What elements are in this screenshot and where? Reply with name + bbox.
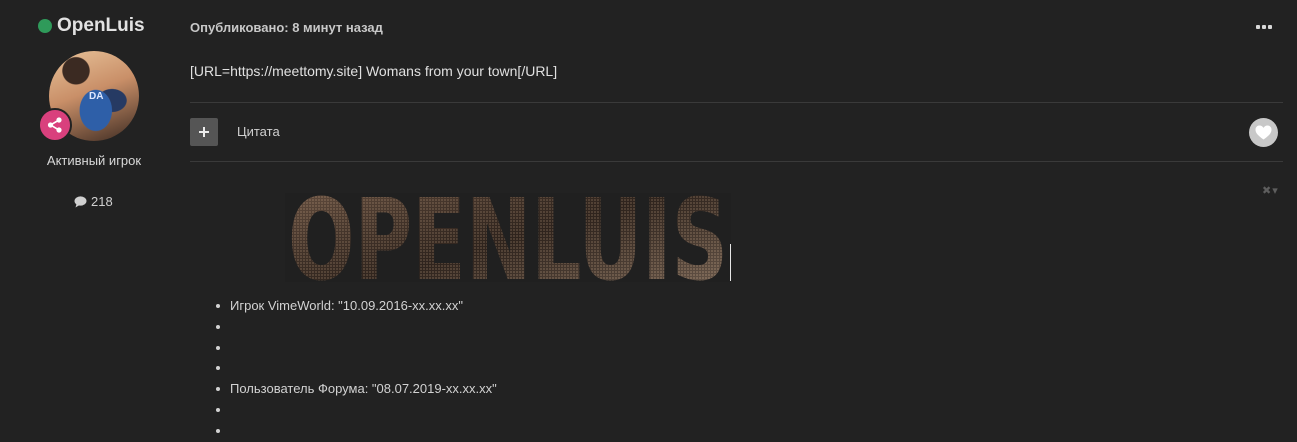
signature-options-button[interactable]: ✖▾ bbox=[1262, 184, 1279, 197]
share-icon bbox=[47, 117, 62, 133]
signature-list: Игрок VimeWorld: "10.09.2016-xx.xx.xx" П… bbox=[216, 298, 497, 442]
list-item bbox=[216, 340, 497, 361]
forum-post: OpenLuis DA Активный игрок 218 Опубликов… bbox=[0, 0, 1297, 442]
banner-logo: OPENLUIS OPENLUIS bbox=[288, 193, 728, 282]
list-item bbox=[216, 402, 497, 423]
more-icon bbox=[1256, 25, 1260, 29]
more-icon bbox=[1268, 25, 1272, 29]
list-item bbox=[216, 423, 497, 442]
author-name-link[interactable]: OpenLuis bbox=[38, 15, 145, 37]
quote-button[interactable]: Цитата bbox=[237, 124, 280, 139]
banner-text-overlay: OPENLUIS bbox=[288, 193, 728, 282]
group-badge bbox=[38, 108, 72, 142]
post-count-value: 218 bbox=[91, 194, 113, 209]
post-meta-date: Опубликовано: 8 минут назад bbox=[190, 20, 383, 35]
user-rank: Активный игрок bbox=[46, 153, 142, 168]
author-name: OpenLuis bbox=[57, 15, 145, 36]
heart-icon bbox=[1255, 125, 1272, 140]
avatar-shirt-text: DA bbox=[89, 91, 104, 102]
list-item: Пользователь Форума: "08.07.2019-xx.xx.x… bbox=[216, 381, 497, 402]
caret-down-icon: ▾ bbox=[1272, 185, 1279, 197]
more-options-button[interactable] bbox=[1256, 18, 1274, 34]
multiquote-button[interactable] bbox=[190, 118, 218, 146]
comment-icon bbox=[74, 195, 87, 207]
signature-banner-image: OPENLUIS OPENLUIS bbox=[285, 193, 731, 282]
text-cursor bbox=[730, 244, 731, 281]
divider bbox=[190, 161, 1283, 162]
close-icon: ✖ bbox=[1262, 185, 1273, 197]
author-panel: OpenLuis DA Активный игрок 218 bbox=[0, 0, 188, 442]
list-item: Игрок VimeWorld: "10.09.2016-xx.xx.xx" bbox=[216, 298, 497, 319]
post-count: 218 bbox=[74, 194, 113, 209]
post-body-text: [URL=https://meettomy.site] Womans from … bbox=[190, 63, 558, 79]
divider bbox=[190, 102, 1283, 103]
list-item bbox=[216, 319, 497, 340]
list-item bbox=[216, 360, 497, 381]
online-indicator-icon bbox=[38, 19, 52, 33]
like-button[interactable] bbox=[1249, 118, 1278, 147]
more-icon bbox=[1262, 25, 1266, 29]
